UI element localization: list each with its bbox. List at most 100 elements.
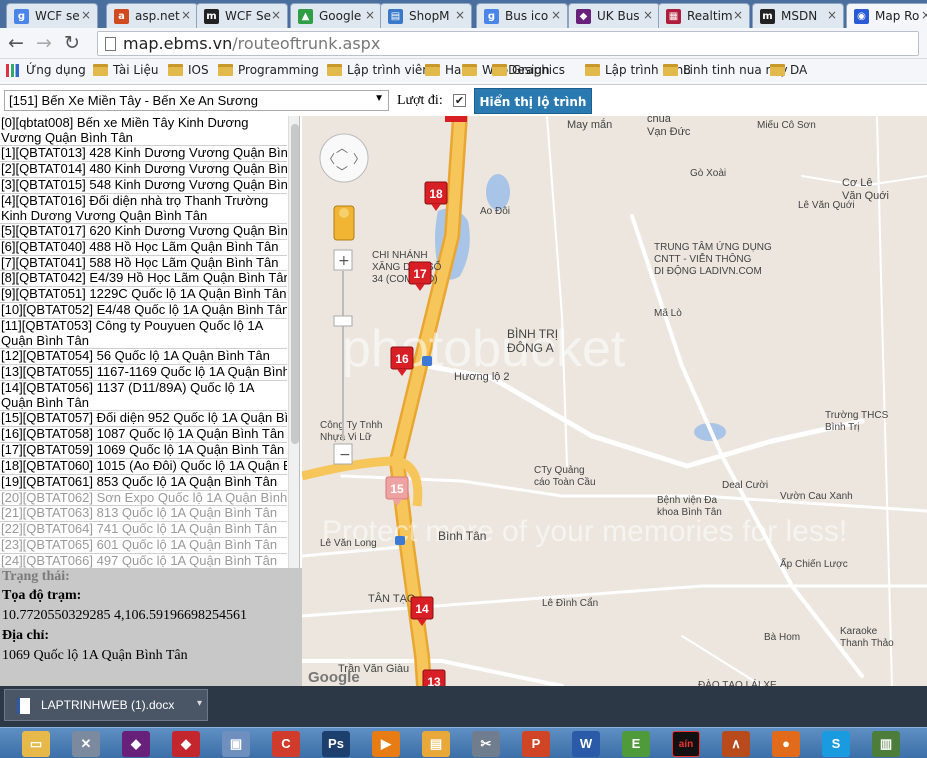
close-icon[interactable]: × <box>827 8 837 22</box>
stop-list-item[interactable]: [17][QBTAT059] 1069 Quốc lộ 1A Quận Bình… <box>0 443 287 459</box>
close-icon[interactable]: × <box>365 8 375 22</box>
map-label-chua-van-duc: Vạn Đức <box>647 126 691 138</box>
bookmark-item[interactable]: Lập trình viên <box>327 63 430 77</box>
virtualbox-icon[interactable]: ▣ <box>222 731 250 757</box>
map-view[interactable]: photobucket Protect more of your memorie… <box>302 116 927 686</box>
route-select-value: [151] Bến Xe Miền Tây - Bến Xe An Sương <box>9 93 258 108</box>
stop-list-item[interactable]: [3][QBTAT015] 548 Kinh Dương Vương Quận … <box>0 178 287 194</box>
skype-icon[interactable]: S <box>822 731 850 757</box>
route-select[interactable]: [151] Bến Xe Miền Tây - Bến Xe An Sương … <box>4 90 389 111</box>
chevron-down-icon[interactable]: ▾ <box>197 698 202 709</box>
tab-7[interactable]: ▦ Realtim × <box>658 3 750 28</box>
bookmark-item[interactable]: DA <box>770 63 807 77</box>
tab-4[interactable]: ▤ ShopM × <box>380 3 472 28</box>
reload-icon[interactable]: ↻ <box>64 32 80 54</box>
stop-list-item[interactable]: [23][QBTAT065] 601 Quốc lộ 1A Quận Bình … <box>0 538 287 555</box>
ccleaner-icon[interactable]: C <box>272 731 300 757</box>
tab-label: Realtim <box>687 9 733 23</box>
unikey-icon[interactable]: aín <box>672 731 700 757</box>
map-label-trung-tam: DI ĐỘNG LADIVN.COM <box>654 264 762 277</box>
photoshop-icon[interactable]: Ps <box>322 731 350 757</box>
show-route-button[interactable]: Hiển thị lộ trình <box>474 88 592 114</box>
stop-list-item[interactable]: [14][QBTAT056] 1137 (D11/89A) Quốc lộ 1A… <box>0 381 287 411</box>
pan-up-icon[interactable]: ︿ <box>336 141 348 155</box>
tab-1[interactable]: a asp.net × <box>106 3 198 28</box>
tab-0[interactable]: g WCF se × <box>6 3 98 28</box>
stop-list-item[interactable]: [12][QBTAT054] 56 Quốc lộ 1A Quận Bình T… <box>0 349 287 366</box>
stop-list-item[interactable]: [20][QBTAT062] Sơn Expo Quốc lộ 1A Quận … <box>0 491 287 507</box>
word-icon[interactable]: W <box>572 731 600 757</box>
back-arrow-icon[interactable]: ← <box>8 32 24 54</box>
vs-express-icon[interactable]: ◆ <box>172 731 200 757</box>
tab-8[interactable]: m MSDN × <box>752 3 844 28</box>
zoom-slider-handle[interactable] <box>333 315 353 327</box>
bookmark-item[interactable]: Programming <box>218 63 319 77</box>
stop-list-item[interactable]: [15][QBTAT057] Đối diện 952 Quốc lộ 1A Q… <box>0 411 287 427</box>
stop-list[interactable]: [0][qbtat008] Bến xe Miền Tây Kinh Dương… <box>0 116 300 568</box>
tab-2[interactable]: m WCF Se × <box>196 3 288 28</box>
stop-list-item[interactable]: [16][QBTAT058] 1087 Quốc lộ 1A Quận Bình… <box>0 427 287 443</box>
forward-arrow-icon[interactable]: → <box>36 32 52 54</box>
bookmark-item[interactable]: IOS <box>168 63 209 77</box>
bookmark-item[interactable]: Ứng dụng <box>6 63 86 77</box>
route-marker-label: 18 <box>429 187 443 201</box>
tab-5[interactable]: g Bus ico × <box>476 3 568 28</box>
stop-list-item[interactable]: [7][QBTAT041] 588 Hồ Học Lãm Quận Bình T… <box>0 256 287 272</box>
route-marker[interactable]: 13 <box>422 669 446 686</box>
bus-stop-icon[interactable] <box>422 356 432 366</box>
tab-9[interactable]: ◉ Map Ro× <box>846 3 927 28</box>
stop-list-item[interactable]: [5][QBTAT017] 620 Kinh Dương Vương Quận … <box>0 224 287 240</box>
stop-list-item[interactable]: [0][qbtat008] Bến xe Miền Tây Kinh Dương… <box>0 116 287 146</box>
close-icon[interactable]: × <box>551 8 561 22</box>
close-icon[interactable]: × <box>81 8 91 22</box>
stop-list-item[interactable]: [6][QBTAT040] 488 Hồ Học Lãm Quận Bình T… <box>0 240 287 256</box>
luot-di-checkbox[interactable]: ✔ <box>453 94 466 107</box>
media-player-icon[interactable]: ▶ <box>372 731 400 757</box>
stop-list-item[interactable]: [1][QBTAT013] 428 Kinh Dương Vương Quận … <box>0 146 287 162</box>
snipping-tool-icon[interactable]: ✂ <box>472 731 500 757</box>
firefox-icon[interactable]: ● <box>772 731 800 757</box>
bookmark-item[interactable]: Linh tinh nua nay <box>663 63 788 77</box>
stop-list-item[interactable]: [19][QBTAT061] 853 Quốc lộ 1A Quận Bình … <box>0 475 287 491</box>
coord-label: Tọa độ trạm: <box>2 588 82 603</box>
stop-list-item[interactable]: [4][QBTAT016] Đối diện nhà trọ Thanh Trư… <box>0 194 287 224</box>
explorer-icon[interactable]: ▭ <box>22 731 50 757</box>
bookmark-item[interactable]: Graphics <box>492 63 565 77</box>
files-icon[interactable]: ▤ <box>422 731 450 757</box>
pan-left-icon[interactable]: 〈 <box>323 152 335 166</box>
close-icon[interactable]: × <box>455 8 465 22</box>
tab-6[interactable]: ◆ UK Bus × <box>568 3 660 28</box>
stop-list-item[interactable]: [21][QBTAT063] 813 Quốc lộ 1A Quận Bình … <box>0 506 287 523</box>
stop-list-item[interactable]: [13][QBTAT055] 1167-1169 Quốc lộ 1A Quận… <box>0 365 287 381</box>
address-bar[interactable]: map.ebms.vn/routeoftrunk.aspx <box>97 31 919 56</box>
stop-list-item[interactable]: [2][QBTAT014] 480 Kinh Dương Vương Quận … <box>0 162 287 178</box>
matlab-icon[interactable]: ∧ <box>722 731 750 757</box>
tools-icon[interactable]: ✕ <box>72 731 100 757</box>
close-icon[interactable]: × <box>733 8 743 22</box>
visual-studio-icon[interactable]: ◆ <box>122 731 150 757</box>
bookmark-item[interactable]: Tài Liệu <box>93 63 158 77</box>
close-icon[interactable]: × <box>643 8 653 22</box>
close-icon[interactable]: × <box>271 8 281 22</box>
stop-list-item[interactable]: [10][QBTAT052] E4/48 Quốc lộ 1A Quận Bìn… <box>0 303 287 320</box>
powerpoint-icon[interactable]: P <box>522 731 550 757</box>
scrollbar-thumb[interactable] <box>291 124 299 444</box>
route-marker-partial[interactable] <box>445 116 467 122</box>
stop-list-scrollbar[interactable] <box>288 116 299 568</box>
stop-list-item[interactable]: [11][QBTAT053] Công ty Pouyuen Quốc lộ 1… <box>0 319 287 350</box>
stop-list-item[interactable]: [8][QBTAT042] E4/39 Hồ Học Lãm Quận Bình… <box>0 271 287 288</box>
zoom-slider[interactable] <box>342 271 344 441</box>
bus-stop-icon[interactable] <box>395 536 405 545</box>
pan-down-icon[interactable]: ﹀ <box>336 165 348 179</box>
download-item[interactable]: LAPTRINHWEB (1).docx ▾ <box>4 689 208 721</box>
close-icon[interactable]: × <box>921 8 927 22</box>
stop-list-item[interactable]: [9][QBTAT051] 1229C Quốc lộ 1A Quận Bình… <box>0 287 287 304</box>
monitor-icon[interactable]: ▥ <box>872 731 900 757</box>
tab-3[interactable]: ▲ Google × <box>290 3 382 28</box>
pan-right-icon[interactable]: 〉 <box>353 152 365 166</box>
stop-list-item[interactable]: [24][QBTAT066] 497 Quốc lộ 1A Quận Bình … <box>0 554 287 568</box>
stop-list-item[interactable]: [18][QBTAT060] 1015 (Ao Đôi) Quốc lộ 1A … <box>0 459 287 475</box>
stop-list-item[interactable]: [22][QBTAT064] 741 Quốc lộ 1A Quận Bình … <box>0 522 287 539</box>
evernote-icon[interactable]: E <box>622 731 650 757</box>
close-icon[interactable]: × <box>181 8 191 22</box>
